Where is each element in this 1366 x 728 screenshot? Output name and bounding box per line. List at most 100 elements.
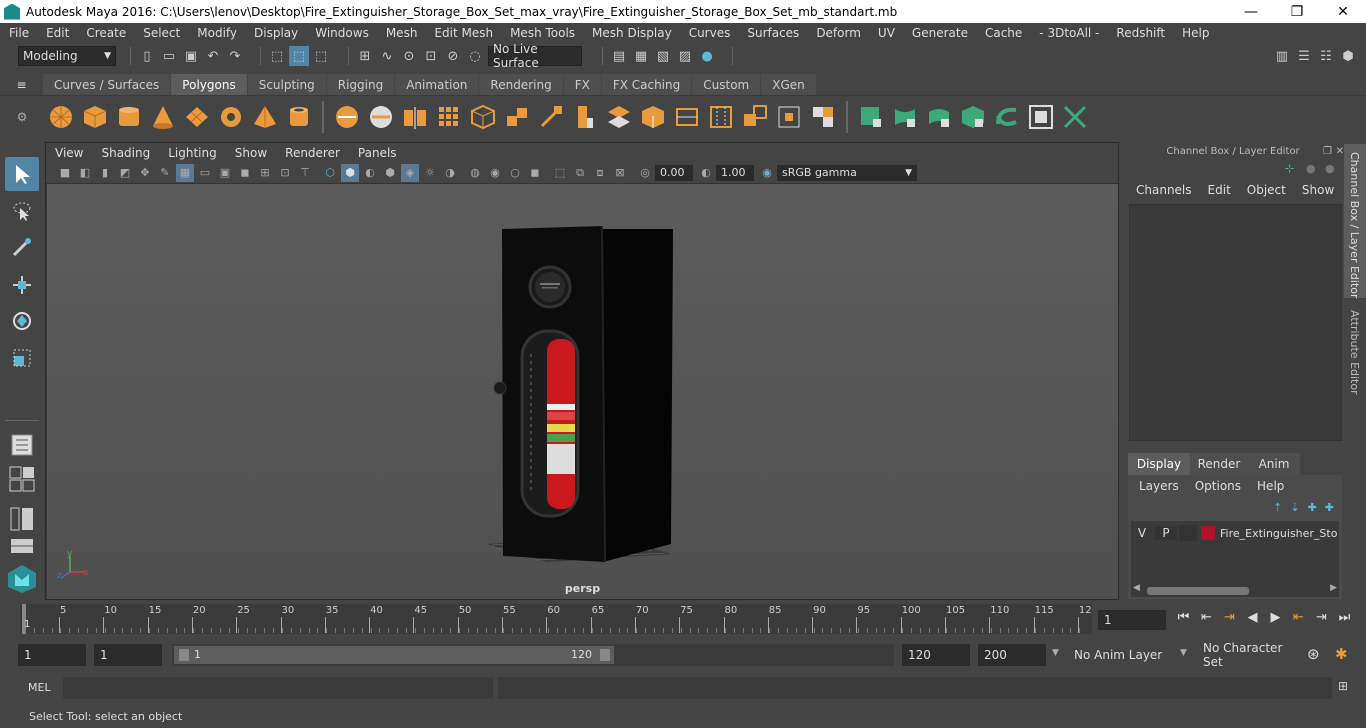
- move-layer-down-icon[interactable]: ⇣: [1290, 501, 1299, 514]
- fill-hole-icon[interactable]: [604, 102, 634, 132]
- menu-deform[interactable]: Deform: [807, 26, 869, 40]
- layer-type-toggle[interactable]: [1179, 525, 1197, 541]
- edit-menu[interactable]: Edit: [1208, 183, 1231, 197]
- options-menu[interactable]: Options: [1195, 479, 1241, 493]
- layer-help-menu[interactable]: Help: [1257, 479, 1284, 493]
- new-empty-layer-icon[interactable]: ✚: [1308, 501, 1317, 514]
- tab-polygons[interactable]: Polygons: [171, 74, 247, 95]
- bookmark-icon[interactable]: ▮: [96, 164, 114, 182]
- xray-active-icon[interactable]: ⧈: [591, 164, 609, 182]
- snap-curve-icon[interactable]: ∿: [377, 46, 397, 66]
- menu-help[interactable]: Help: [1173, 26, 1217, 40]
- redo-icon[interactable]: ↷: [225, 46, 245, 66]
- snap-point-icon[interactable]: ⊙: [399, 46, 419, 66]
- close-panel-icon[interactable]: ✕: [1336, 146, 1344, 157]
- render-current-icon[interactable]: ▦: [631, 46, 651, 66]
- menu-mesh-display[interactable]: Mesh Display: [583, 26, 680, 40]
- film-gate-icon[interactable]: ▭: [196, 164, 214, 182]
- automatic-map-icon[interactable]: [958, 102, 988, 132]
- color-management-icon[interactable]: ◉: [758, 164, 776, 182]
- tab-custom[interactable]: Custom: [692, 74, 761, 95]
- menu-uv[interactable]: UV: [869, 26, 903, 40]
- new-layer-selected-icon[interactable]: ✚: [1325, 501, 1334, 514]
- side-tab-attribute-editor[interactable]: Attribute Editor: [1344, 304, 1366, 400]
- collapse-icon[interactable]: [808, 102, 838, 132]
- live-surface-icon[interactable]: ◌: [465, 46, 485, 66]
- range-handle-left[interactable]: [179, 649, 189, 661]
- poly-pipe-icon[interactable]: [284, 102, 314, 132]
- multi-cut-icon[interactable]: [672, 102, 702, 132]
- workspace-icon[interactable]: ▥: [1272, 46, 1292, 66]
- undo-icon[interactable]: ↶: [203, 46, 223, 66]
- poly-torus-icon[interactable]: [216, 102, 246, 132]
- new-scene-icon[interactable]: ▯: [137, 46, 157, 66]
- poly-cube-icon[interactable]: [80, 102, 110, 132]
- scroll-left-icon[interactable]: ◀: [1133, 583, 1140, 593]
- gate-mask-icon[interactable]: ◼: [236, 164, 254, 182]
- snap-surface-icon[interactable]: ⊘: [443, 46, 463, 66]
- screen-space-ao-icon[interactable]: ◑: [441, 164, 459, 182]
- menu-windows[interactable]: Windows: [306, 26, 377, 40]
- object-menu[interactable]: Object: [1247, 183, 1286, 197]
- select-tool-icon[interactable]: [5, 157, 39, 191]
- range-slider-handle[interactable]: 1 120: [174, 646, 614, 664]
- shelf-menu-icon[interactable]: ≡: [0, 74, 43, 95]
- resolution-gate-icon[interactable]: ▣: [216, 164, 234, 182]
- menu-redshift[interactable]: Redshift: [1107, 26, 1173, 40]
- anim-layer-dropdown[interactable]: No Anim Layer: [1068, 644, 1172, 666]
- minimize-button[interactable]: —: [1228, 0, 1274, 23]
- panel-menu-renderer[interactable]: Renderer: [276, 146, 349, 160]
- poly-sphere-icon[interactable]: [46, 102, 76, 132]
- extrude-icon[interactable]: [502, 102, 532, 132]
- menu-3dtoall[interactable]: - 3DtoAll -: [1030, 26, 1107, 40]
- animation-preferences-icon[interactable]: ✱: [1335, 645, 1348, 663]
- step-back-frame-icon[interactable]: ⇤: [1195, 610, 1218, 625]
- wireframe-icon[interactable]: ⬡: [321, 164, 339, 182]
- hypershade-icon[interactable]: ●: [697, 46, 717, 66]
- character-set-dropdown[interactable]: No Character Set: [1197, 641, 1297, 669]
- motion-blur-icon[interactable]: ◍: [466, 164, 484, 182]
- mel-input[interactable]: [63, 677, 493, 699]
- graph-layout-icon[interactable]: [5, 535, 39, 557]
- speed-icon[interactable]: ●: [1325, 162, 1335, 175]
- tab-sculpting[interactable]: Sculpting: [247, 74, 326, 95]
- uv-editor-icon[interactable]: [1026, 102, 1056, 132]
- maya-home-icon[interactable]: [5, 562, 39, 596]
- unfold-icon[interactable]: [992, 102, 1022, 132]
- show-menu[interactable]: Show: [1302, 183, 1334, 197]
- start-time-field[interactable]: 1: [18, 644, 86, 666]
- bridge-icon[interactable]: [536, 102, 566, 132]
- channel-list[interactable]: [1129, 204, 1342, 441]
- isolate-select-icon[interactable]: ◼: [526, 164, 544, 182]
- menu-edit[interactable]: Edit: [37, 26, 77, 40]
- multisample-aa-icon[interactable]: ◉: [486, 164, 504, 182]
- textured-icon[interactable]: ⬢: [381, 164, 399, 182]
- menu-file[interactable]: File: [0, 26, 37, 40]
- menu-surfaces[interactable]: Surfaces: [738, 26, 807, 40]
- 2d-pan-zoom-icon[interactable]: ✥: [136, 164, 154, 182]
- range-slider[interactable]: 1 120: [172, 644, 894, 666]
- wireframe-on-shaded-icon[interactable]: ◐: [361, 164, 379, 182]
- poly-cone-icon[interactable]: [148, 102, 178, 132]
- insert-edge-loop-icon[interactable]: [706, 102, 736, 132]
- gamma-icon[interactable]: ◐: [697, 164, 715, 182]
- camera-select-icon[interactable]: ■: [56, 164, 74, 182]
- step-back-key-icon[interactable]: ⇥: [1218, 610, 1241, 625]
- maximize-button[interactable]: ❐: [1274, 0, 1320, 23]
- live-surface-field[interactable]: No Live Surface: [488, 42, 582, 70]
- toggle-attribute-editor-icon[interactable]: ☷: [1316, 46, 1336, 66]
- tab-fx[interactable]: FX: [563, 74, 601, 95]
- close-button[interactable]: ✕: [1320, 0, 1366, 23]
- end-time-field[interactable]: 120: [902, 644, 970, 666]
- panel-menu-shading[interactable]: Shading: [92, 146, 159, 160]
- panel-menu-show[interactable]: Show: [226, 146, 276, 160]
- color-space-dropdown[interactable]: sRGB gamma ▼: [777, 164, 917, 181]
- select-object-icon[interactable]: ⬚: [289, 46, 309, 66]
- mirror-icon[interactable]: [400, 102, 430, 132]
- select-hierarchy-icon[interactable]: ⬚: [267, 46, 287, 66]
- field-chart-icon[interactable]: ⊞: [256, 164, 274, 182]
- tab-xgen[interactable]: XGen: [761, 74, 816, 95]
- combine-icon[interactable]: [332, 102, 362, 132]
- grid-toggle-icon[interactable]: ▦: [176, 163, 194, 182]
- exposure-field[interactable]: 0.00: [655, 164, 693, 181]
